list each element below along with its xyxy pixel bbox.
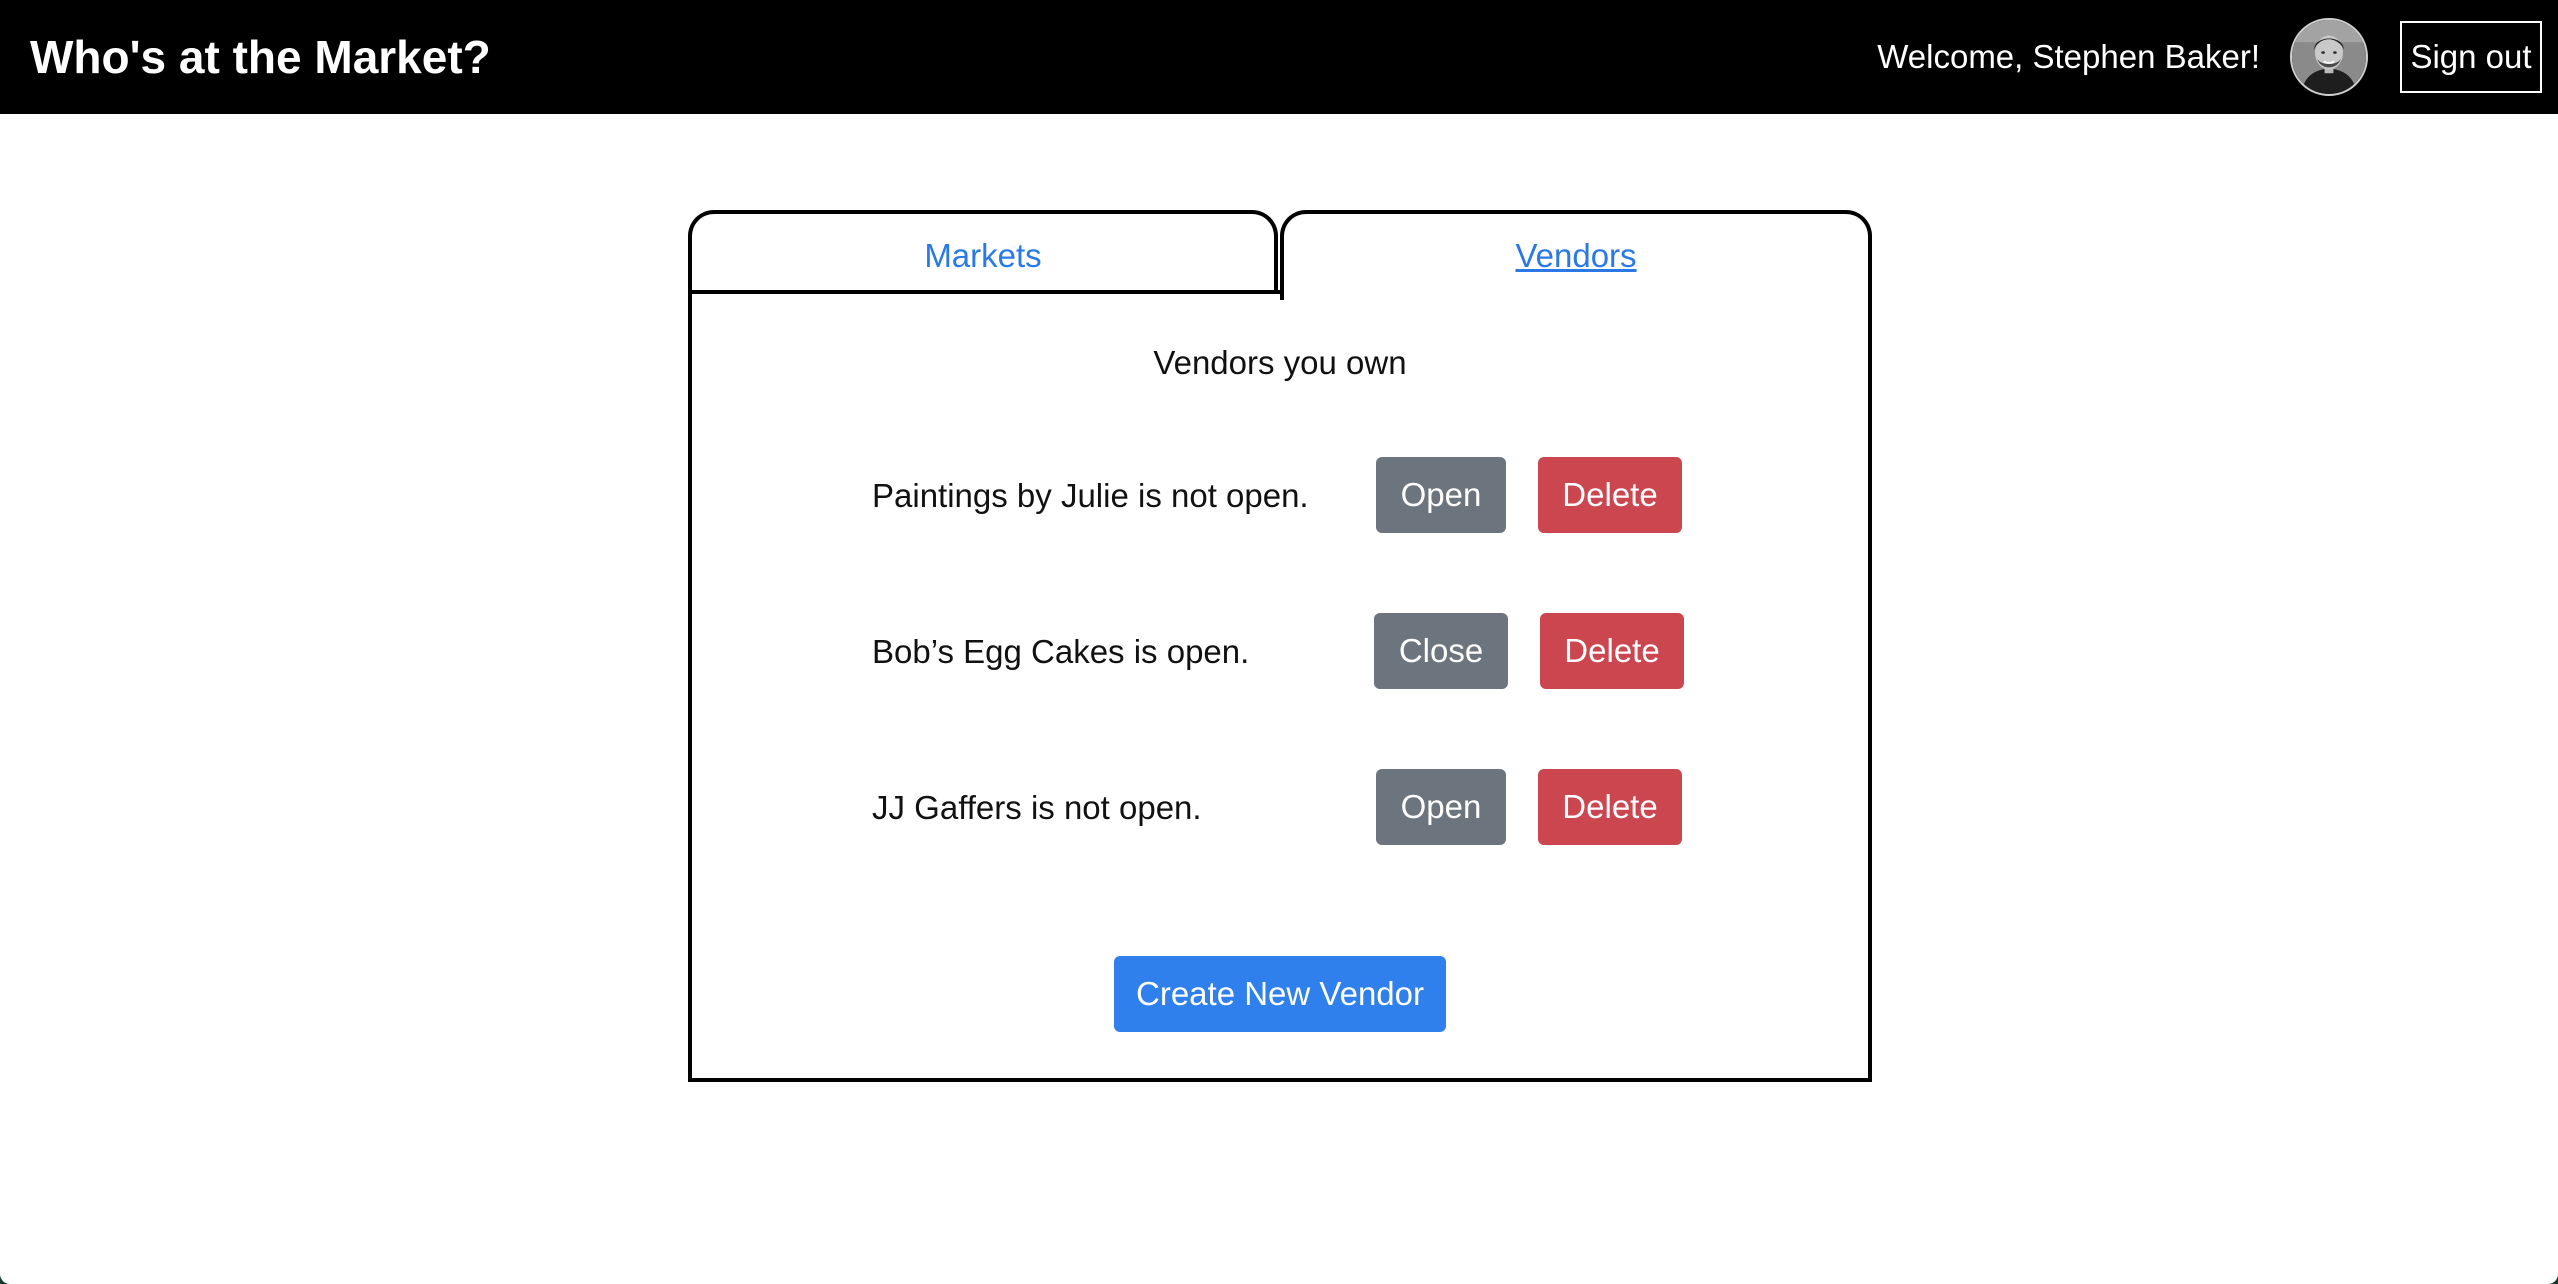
top-navbar: Who's at the Market? Welcome, Stephen Ba… bbox=[0, 0, 2558, 114]
vendor-row: Paintings by Julie is not open. Open Del… bbox=[692, 457, 1868, 535]
vendor-row: Bob’s Egg Cakes is open. Close Delete bbox=[692, 613, 1868, 691]
tab-vendors[interactable]: Vendors bbox=[1280, 210, 1872, 300]
delete-vendor-button[interactable]: Delete bbox=[1540, 613, 1684, 689]
vendor-status-text: JJ Gaffers is not open. bbox=[872, 789, 1202, 826]
app-window: Who's at the Market? Welcome, Stephen Ba… bbox=[0, 0, 2558, 1284]
open-vendor-button[interactable]: Open bbox=[1376, 769, 1506, 845]
tab-markets[interactable]: Markets bbox=[688, 210, 1278, 294]
vendor-status-text: Paintings by Julie is not open. bbox=[872, 477, 1309, 514]
tab-markets-link[interactable]: Markets bbox=[924, 237, 1041, 274]
close-vendor-button[interactable]: Close bbox=[1374, 613, 1508, 689]
open-vendor-button[interactable]: Open bbox=[1376, 457, 1506, 533]
panel-heading: Vendors you own bbox=[1153, 344, 1407, 381]
delete-vendor-button[interactable]: Delete bbox=[1538, 457, 1682, 533]
vendors-panel: Vendors you own Paintings by Julie is no… bbox=[688, 290, 1872, 1082]
app-title: Who's at the Market? bbox=[30, 31, 491, 83]
avatar-portrait bbox=[2292, 20, 2366, 94]
welcome-message: Welcome, Stephen Baker! bbox=[1877, 38, 2260, 75]
vendor-row: JJ Gaffers is not open. Open Delete bbox=[692, 769, 1868, 847]
vendor-status-text: Bob’s Egg Cakes is open. bbox=[872, 633, 1250, 670]
sign-out-button[interactable]: Sign out bbox=[2400, 21, 2542, 93]
delete-vendor-button[interactable]: Delete bbox=[1538, 769, 1682, 845]
create-new-vendor-button[interactable]: Create New Vendor bbox=[1114, 956, 1446, 1032]
tab-vendors-link[interactable]: Vendors bbox=[1515, 237, 1636, 274]
user-avatar-icon[interactable] bbox=[2290, 18, 2368, 96]
